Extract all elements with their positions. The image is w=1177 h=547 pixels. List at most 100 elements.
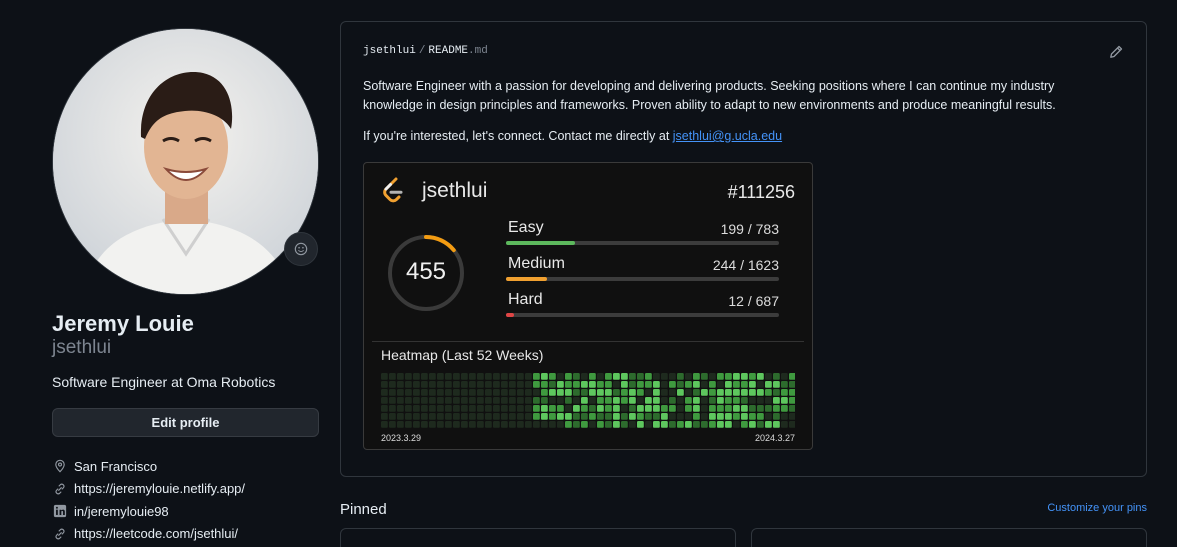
heatmap-cell bbox=[733, 421, 740, 428]
heatmap-cell bbox=[701, 389, 708, 396]
heatmap-cell bbox=[653, 389, 660, 396]
heatmap-cell bbox=[565, 389, 572, 396]
heatmap-cell bbox=[381, 373, 388, 380]
pinned-repo-card[interactable] bbox=[340, 528, 736, 547]
heatmap-cell bbox=[725, 421, 732, 428]
heatmap-cell bbox=[405, 373, 412, 380]
profile-full-name: Jeremy Louie bbox=[52, 311, 194, 336]
heatmap-cell bbox=[485, 389, 492, 396]
heatmap-cell bbox=[421, 381, 428, 388]
heatmap-cell bbox=[421, 413, 428, 420]
profile-linkedin-link[interactable]: in/jeremylouie98 bbox=[52, 500, 245, 523]
heatmap-cell bbox=[781, 397, 788, 404]
heatmap-cell bbox=[621, 413, 628, 420]
linkedin-link-text[interactable]: in/jeremylouie98 bbox=[74, 504, 169, 519]
heatmap-cell bbox=[789, 373, 795, 380]
readme-owner[interactable]: jsethlui bbox=[363, 45, 416, 57]
readme-extension: .md bbox=[468, 45, 488, 57]
heatmap-cell bbox=[621, 381, 628, 388]
heatmap-cell bbox=[413, 397, 420, 404]
heatmap-cell bbox=[477, 405, 484, 412]
heatmap-cell bbox=[549, 405, 556, 412]
heatmap-cell bbox=[445, 421, 452, 428]
heatmap-cell bbox=[397, 397, 404, 404]
heatmap-cell bbox=[501, 413, 508, 420]
pinned-title: Pinned bbox=[340, 501, 387, 518]
heatmap-cell bbox=[685, 373, 692, 380]
heatmap-cell bbox=[461, 373, 468, 380]
heatmap-cell bbox=[381, 397, 388, 404]
heatmap-cell bbox=[701, 421, 708, 428]
heatmap-cell bbox=[445, 381, 452, 388]
leetcode-link-text[interactable]: https://leetcode.com/jsethlui/ bbox=[74, 526, 238, 541]
edit-profile-button[interactable]: Edit profile bbox=[52, 408, 319, 437]
heatmap-cell bbox=[581, 413, 588, 420]
heatmap-cell bbox=[581, 373, 588, 380]
heatmap-cell bbox=[469, 405, 476, 412]
heatmap-cell bbox=[461, 397, 468, 404]
heatmap-cell bbox=[725, 413, 732, 420]
heatmap-cell bbox=[677, 405, 684, 412]
heatmap-cell bbox=[701, 381, 708, 388]
heatmap-cell bbox=[701, 373, 708, 380]
heatmap-cell bbox=[669, 413, 676, 420]
heatmap-cell bbox=[509, 421, 516, 428]
heatmap-cell bbox=[605, 413, 612, 420]
heatmap-cell bbox=[501, 397, 508, 404]
heatmap-cell bbox=[765, 397, 772, 404]
heatmap-cell bbox=[477, 373, 484, 380]
heatmap-cell bbox=[549, 397, 556, 404]
heatmap-cell bbox=[741, 421, 748, 428]
heatmap-cell bbox=[445, 389, 452, 396]
heatmap-cell bbox=[485, 421, 492, 428]
heatmap-end-date: 2024.3.27 bbox=[754, 433, 795, 443]
heatmap-cell bbox=[381, 389, 388, 396]
heatmap-cell bbox=[557, 373, 564, 380]
heatmap-cell bbox=[405, 421, 412, 428]
heatmap-cell bbox=[637, 421, 644, 428]
customize-pins-link[interactable]: Customize your pins bbox=[1047, 502, 1147, 514]
heatmap-cell bbox=[765, 421, 772, 428]
heatmap-cell bbox=[413, 421, 420, 428]
heatmap-cell bbox=[541, 381, 548, 388]
heatmap-cell bbox=[413, 389, 420, 396]
profile-leetcode-link[interactable]: https://leetcode.com/jsethlui/ bbox=[52, 523, 245, 546]
difficulty-label: Medium bbox=[508, 255, 565, 272]
heatmap-cell bbox=[525, 413, 532, 420]
difficulty-count: 199 / 783 bbox=[720, 221, 779, 237]
leetcode-username: jsethlui bbox=[422, 179, 488, 202]
heatmap-cell bbox=[669, 373, 676, 380]
readme-file[interactable]: README bbox=[428, 45, 468, 57]
heatmap-cell bbox=[557, 413, 564, 420]
heatmap-cell bbox=[757, 397, 764, 404]
heatmap-cell bbox=[653, 381, 660, 388]
heatmap-cell bbox=[629, 381, 636, 388]
heatmap-cell bbox=[733, 405, 740, 412]
pinned-repo-card[interactable] bbox=[751, 528, 1147, 547]
heatmap-cell bbox=[605, 397, 612, 404]
heatmap-cell bbox=[621, 421, 628, 428]
heatmap-cell bbox=[645, 373, 652, 380]
heatmap-cell bbox=[701, 405, 708, 412]
heatmap-cell bbox=[533, 397, 540, 404]
heatmap-cell bbox=[557, 389, 564, 396]
heatmap-cell bbox=[437, 405, 444, 412]
heatmap-cell bbox=[461, 389, 468, 396]
heatmap-cell bbox=[589, 413, 596, 420]
heatmap-cell bbox=[733, 373, 740, 380]
heatmap-cell bbox=[757, 373, 764, 380]
heatmap-cell bbox=[533, 421, 540, 428]
email-link[interactable]: jsethlui@g.ucla.edu bbox=[673, 129, 782, 143]
heatmap-cell bbox=[677, 421, 684, 428]
profile-website-link[interactable]: https://jeremylouie.netlify.app/ bbox=[52, 478, 245, 501]
set-status-button[interactable] bbox=[284, 232, 318, 266]
heatmap-cell bbox=[405, 381, 412, 388]
heatmap-cell bbox=[749, 373, 756, 380]
heatmap-cell bbox=[757, 413, 764, 420]
heatmap-cell bbox=[453, 389, 460, 396]
leetcode-stats-card[interactable]: jsethlui #111256 455 Easy 199 / 783 Medi… bbox=[363, 162, 813, 450]
avatar[interactable] bbox=[52, 28, 319, 295]
edit-readme-button[interactable] bbox=[1108, 44, 1124, 60]
heatmap-cell bbox=[709, 397, 716, 404]
website-link-text[interactable]: https://jeremylouie.netlify.app/ bbox=[74, 481, 245, 496]
